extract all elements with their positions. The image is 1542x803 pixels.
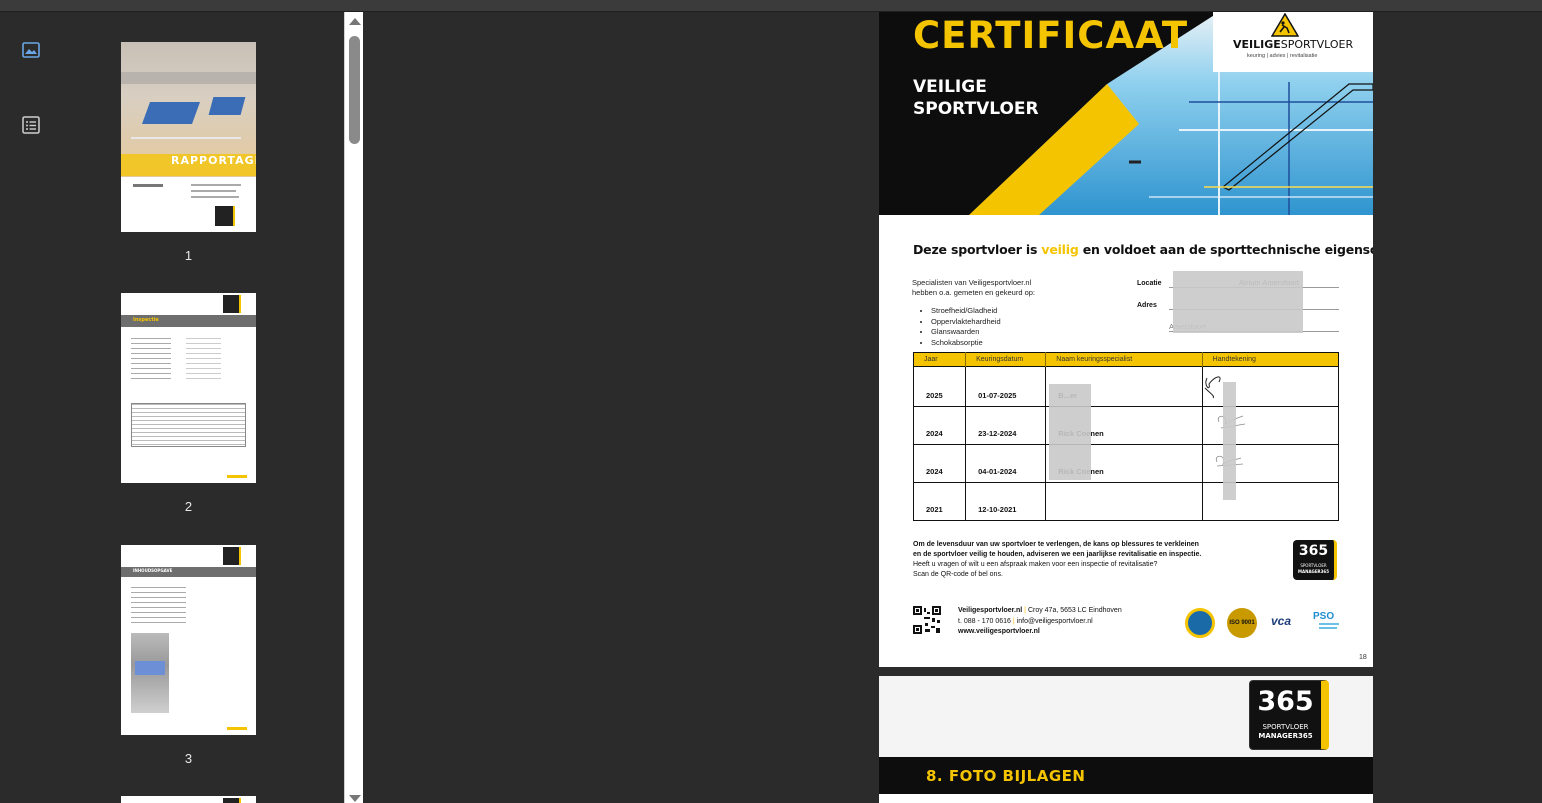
certificate-subtitle: VEILIGE SPORTVLOER xyxy=(913,77,1039,119)
list-item: Schokabsorptie xyxy=(931,338,1001,349)
document-view: CERTIFICAAT VEILIGE SPORTVLOER VEILIGESP… xyxy=(363,12,1542,803)
image-icon xyxy=(22,42,40,58)
section-header: 8. FOTO BIJLAGEN xyxy=(879,757,1373,794)
list-item: Stroefheid/Gladheid xyxy=(931,306,1001,317)
inspection-table: Jaar Keuringsdatum Naam keuringsspeciali… xyxy=(913,352,1339,521)
scrollbar-thumb[interactable] xyxy=(349,36,360,144)
manager365-badge: 365 SPORTVLOER MANAGER365 xyxy=(1249,680,1329,750)
page-number-label: 3 xyxy=(184,751,193,766)
vca-logo: vca xyxy=(1271,614,1292,628)
table-row: 2024 23-12-2024 Rick Coenen xyxy=(913,406,1339,445)
page-thumbnail-1[interactable]: RAPPORTAGE xyxy=(121,42,256,232)
warning-sign-icon xyxy=(1271,13,1299,37)
thumbnail-pane: RAPPORTAGE 1 Inspectie 2 INHOUDSOPGAVE 3 xyxy=(62,12,344,803)
thumb-title: RAPPORTAGE xyxy=(171,154,256,167)
page-thumbnail-4[interactable] xyxy=(121,796,256,803)
qr-code-icon xyxy=(913,606,941,634)
page-number-label: 2 xyxy=(184,499,193,514)
certification-seal-icon xyxy=(1185,608,1215,638)
table-header-row: Jaar Keuringsdatum Naam keuringsspeciali… xyxy=(913,352,1339,367)
section-title: 8. FOTO BIJLAGEN xyxy=(926,767,1086,785)
table-row: 2024 04-01-2024 Rick Coenen xyxy=(913,444,1339,483)
list-item: Glanswaarden xyxy=(931,327,1001,338)
brand-logo: VEILIGESPORTVLOER keuring | advies | rev… xyxy=(1213,12,1373,72)
certificate-title: CERTIFICAAT xyxy=(913,14,1189,57)
certificate-page: CERTIFICAAT VEILIGE SPORTVLOER VEILIGESP… xyxy=(879,12,1373,667)
outline-view-button[interactable] xyxy=(18,112,44,138)
page-number: 18 xyxy=(1359,654,1367,661)
page-number-label: 1 xyxy=(184,248,193,263)
scroll-down-arrow[interactable] xyxy=(349,795,361,802)
thumbnail-scrollbar[interactable] xyxy=(344,12,363,803)
photo-appendix-page: 365 SPORTVLOER MANAGER365 8. FOTO BIJLAG… xyxy=(879,676,1373,803)
certificate-headline: Deze sportvloer is veilig en voldoet aan… xyxy=(913,242,1373,257)
list-icon xyxy=(22,116,40,134)
certificate-header: CERTIFICAAT VEILIGE SPORTVLOER VEILIGESP… xyxy=(879,12,1373,215)
manager365-badge-small: 365 SPORTVLOER MANAGER365 xyxy=(1293,540,1337,580)
redaction-block xyxy=(1049,384,1091,480)
inspection-intro: Specialisten van Veiligesportvloer.nl he… xyxy=(912,278,1036,297)
page-thumbnail-3[interactable]: INHOUDSOPGAVE xyxy=(121,545,256,735)
table-row: 2021 12-10-2021 xyxy=(913,482,1339,521)
redaction-block xyxy=(1223,382,1236,500)
contact-info: Veiligesportvloer.nl | Croy 47a, 5653 LC… xyxy=(958,607,1122,635)
checks-list: Stroefheid/Gladheid Oppervlaktehardheid … xyxy=(931,306,1001,348)
pso-logo: PSO xyxy=(1313,611,1335,622)
address-label: Adres xyxy=(1137,302,1157,309)
viewer-toolbar xyxy=(0,0,1542,12)
scroll-up-arrow[interactable] xyxy=(349,18,361,25)
thumb-badge xyxy=(215,206,235,226)
iso-9001-badge: ISO 9001 xyxy=(1227,608,1257,638)
thumb-photo xyxy=(131,633,169,713)
location-label: Locatie xyxy=(1137,280,1162,287)
page-thumbnail-2[interactable]: Inspectie xyxy=(121,293,256,483)
sidebar-rail xyxy=(0,12,62,803)
redaction-block xyxy=(1173,271,1303,333)
list-item: Oppervlaktehardheid xyxy=(931,317,1001,328)
table-row: 2025 01-07-2025 B...er xyxy=(913,366,1339,407)
advice-text: Om de levensduur van uw sportvloer te ve… xyxy=(913,541,1202,578)
thumbnails-view-button[interactable] xyxy=(18,37,44,63)
